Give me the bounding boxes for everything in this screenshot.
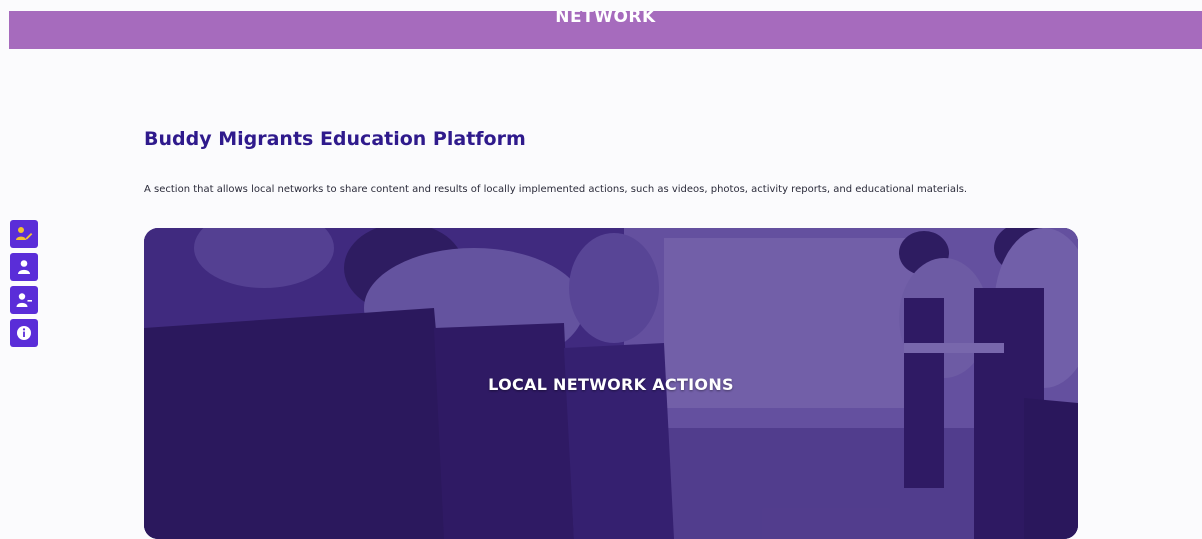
user-minus-icon [16,293,32,307]
local-network-actions-card[interactable]: LOCAL NETWORK ACTIONS [144,228,1078,539]
user-icon [18,260,30,274]
user-edit-button[interactable] [10,220,38,248]
page-description: A section that allows local networks to … [144,184,968,195]
user-edit-icon [16,227,33,240]
hero-label: LOCAL NETWORK ACTIONS [488,375,734,394]
profile-button[interactable] [10,253,38,281]
banner-title: NETWORK [555,11,656,27]
top-banner: NETWORK [9,11,1202,49]
info-icon [17,326,31,340]
remove-user-button[interactable] [10,286,38,314]
page-title: Buddy Migrants Education Platform [144,128,526,150]
side-toolbar [10,220,38,347]
info-button[interactable] [10,319,38,347]
